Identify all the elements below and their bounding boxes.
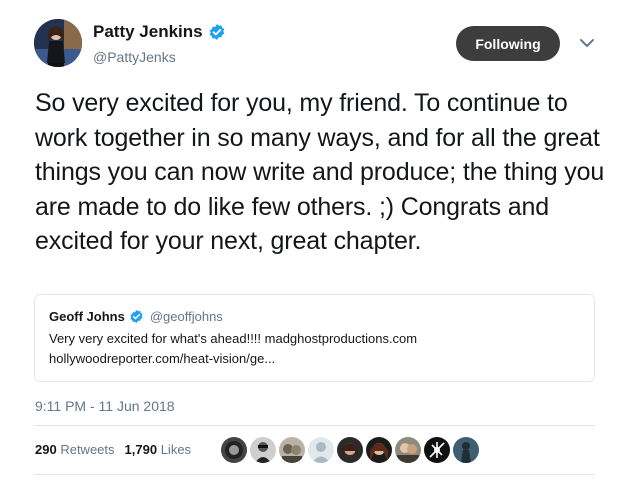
default-avatar-icon (308, 437, 334, 463)
liker-avatar[interactable] (308, 437, 334, 463)
user-avatar-icon (395, 437, 421, 463)
retweets-stat[interactable]: 290 Retweets (35, 442, 115, 457)
chevron-down-icon[interactable] (578, 36, 596, 50)
divider (34, 474, 595, 475)
quoted-tweet-text-line-1: Very very excited for what's ahead!!!! m… (49, 331, 418, 346)
user-avatar-icon (453, 437, 479, 463)
tweet-timestamp[interactable]: 9:11 PM - 11 Jun 2018 (35, 398, 175, 414)
tweet-text: So very excited for you, my friend. To c… (35, 89, 605, 255)
liker-avatar[interactable] (279, 437, 305, 463)
verified-badge-icon (130, 309, 143, 324)
liker-avatars (221, 437, 479, 463)
quoted-tweet-text-line-2: hollywoodreporter.com/heat-vision/ge... (49, 351, 276, 366)
liker-avatar[interactable] (366, 437, 392, 463)
liker-avatar[interactable] (453, 437, 479, 463)
quoted-tweet-header: Geoff Johns @geoffjohns (49, 309, 580, 324)
user-avatar-icon (34, 19, 82, 67)
liker-avatar[interactable] (424, 437, 450, 463)
user-avatar-icon (221, 437, 247, 463)
likes-stat[interactable]: 1,790 Likes (125, 442, 192, 457)
author-handle[interactable]: @PattyJenks (93, 49, 226, 65)
liker-avatar[interactable] (250, 437, 276, 463)
user-avatar-icon (279, 437, 305, 463)
author-name[interactable]: Patty Jenkins (93, 22, 203, 42)
retweets-label: Retweets (60, 442, 115, 457)
retweets-count: 290 (35, 442, 57, 457)
quoted-tweet[interactable]: Geoff Johns @geoffjohns Very very excite… (34, 294, 595, 382)
author-avatar[interactable] (34, 19, 82, 67)
likes-count: 1,790 (124, 442, 158, 457)
verified-badge-icon (209, 24, 224, 40)
quoted-author-handle: @geoffjohns (149, 309, 223, 324)
author-info: Patty Jenkins @PattyJenks (93, 22, 226, 65)
user-avatar-icon (424, 437, 450, 463)
user-avatar-icon (250, 437, 276, 463)
tweet-stats: 290 Retweets 1,790 Likes (35, 442, 191, 457)
user-avatar-icon (337, 437, 363, 463)
likes-label: Likes (160, 442, 192, 457)
user-avatar-icon (366, 437, 392, 463)
following-button[interactable]: Following (456, 26, 560, 61)
liker-avatar[interactable] (395, 437, 421, 463)
liker-avatar[interactable] (221, 437, 247, 463)
divider (34, 425, 595, 426)
author-name-row[interactable]: Patty Jenkins (93, 22, 226, 42)
liker-avatar[interactable] (337, 437, 363, 463)
quoted-author-name: Geoff Johns (49, 309, 125, 324)
